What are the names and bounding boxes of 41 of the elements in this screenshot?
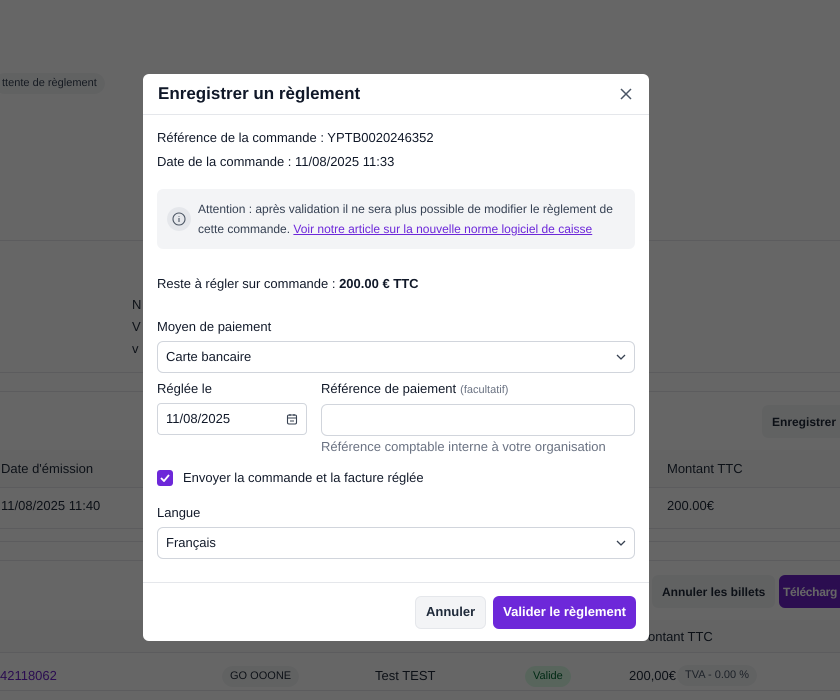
checkbox-label: Envoyer la commande et la facture réglée <box>183 469 424 487</box>
article-link[interactable]: Voir notre article sur la nouvelle norme logiciel de caisse <box>293 222 592 236</box>
field-label: Réglée le <box>157 380 213 398</box>
order-reference: Référence de la commande : YPTB0020246352 <box>157 129 435 147</box>
status-badge: Valide <box>525 666 571 686</box>
calendar-icon <box>286 413 298 425</box>
cancel-button[interactable]: Annuler <box>415 596 486 628</box>
column-header: ontant TTC <box>648 628 713 646</box>
order-date: Date de la commande : 11/08/2025 11:33 <box>157 153 396 171</box>
submit-button[interactable]: Valider le règlement <box>493 596 636 628</box>
payment-method-select[interactable]: Carte bancaire <box>157 341 635 373</box>
field-label: Référence de paiement <box>321 380 456 398</box>
optional-note: (facultatif) <box>460 383 508 398</box>
column-header: Date d'émission <box>1 460 94 478</box>
dialog-title: Enregistrer un règlement <box>158 85 360 103</box>
checkbox[interactable] <box>157 470 173 486</box>
table-cell-text: 200,00€ <box>629 667 676 685</box>
status-badge: ttente de règlement <box>0 73 105 94</box>
text-fragment: V <box>132 318 141 336</box>
vat-badge: TVA - 0.00 % <box>677 665 757 686</box>
check-icon <box>160 474 170 482</box>
field-label: Langue <box>157 504 202 522</box>
event-badge: GO OOONE <box>222 666 300 686</box>
chevron-icon <box>616 540 626 546</box>
field-hint: Référence comptable interne à votre organisation <box>321 438 607 456</box>
notice-text: Attention : après validation il ne sera plus possible de modifier le règlement de cette commande. Voir notre article sur la nouvelle norme logiciel de caisse <box>198 201 614 238</box>
table-cell-text: 11/08/2025 11:40 <box>1 497 100 515</box>
column-header: Montant TTC <box>667 460 743 478</box>
table-cell-text: 200.00€ <box>667 497 714 515</box>
text-fragment: N <box>132 296 142 314</box>
close-icon <box>618 86 634 102</box>
remaining-amount: Reste à régler sur commande : 200.00 € TTC <box>157 275 420 293</box>
close-button[interactable] <box>618 86 634 102</box>
language-select[interactable]: Français <box>157 527 635 559</box>
table-cell-text: Test TEST <box>375 667 436 685</box>
payment-reference-field[interactable] <box>321 404 635 436</box>
info-icon <box>172 212 186 226</box>
chevron-icon <box>616 354 626 360</box>
date-field[interactable]: 11/08/2025 <box>157 403 307 435</box>
text-fragment: v <box>132 340 138 358</box>
field-label: Moyen de paiement <box>157 318 272 336</box>
